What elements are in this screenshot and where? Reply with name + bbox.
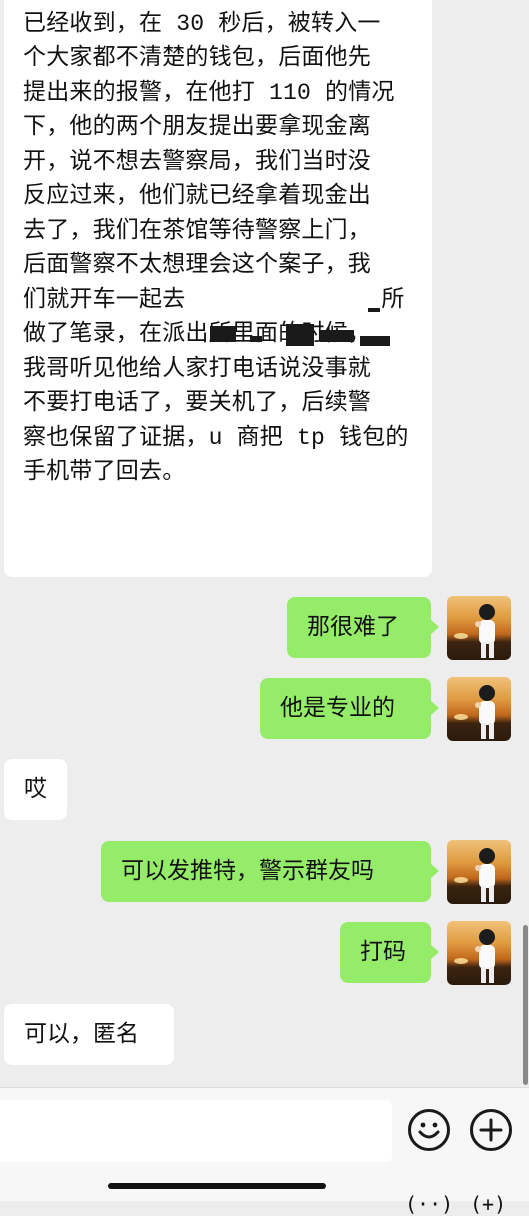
message-line: 反应过来，他们就已经拿着现金出 [23, 183, 371, 209]
message-text: 打码 [360, 939, 406, 965]
redaction-mark [286, 324, 314, 346]
message-line: 察也保留了证据，u 商把 tp 钱包的 [23, 424, 409, 451]
avatar-image [454, 929, 495, 983]
plus-glyph-icon [479, 1118, 503, 1142]
avatar-image [454, 848, 495, 902]
redaction-mark [368, 308, 380, 312]
smile-icon [418, 1122, 440, 1139]
message-text: 哎 [24, 776, 47, 802]
scrollbar[interactable] [523, 925, 528, 1085]
plus-icon[interactable] [470, 1109, 512, 1151]
message-line: 我哥听见他给人家打电话说没事就 [23, 355, 371, 382]
incoming-message-bubble[interactable]: 可以，匿名 [4, 1004, 174, 1065]
message-line: 提出来的报警，在他打 110 的情况 [23, 79, 395, 106]
message-line: 已经收到，在 30 秒后，被转入一 [23, 10, 381, 37]
message-line: 个大家都不清楚的钱包，后面他先 [23, 45, 371, 71]
avatar-image [454, 604, 495, 658]
outgoing-message-bubble[interactable]: 可以发推特，警示群友吗 [101, 841, 439, 902]
outgoing-message-bubble[interactable]: 那很难了 [287, 597, 439, 658]
redaction-mark [250, 336, 262, 342]
home-indicator[interactable] [108, 1183, 326, 1189]
incoming-message-bubble[interactable]: 哎 [4, 759, 67, 820]
user-avatar[interactable] [447, 840, 511, 904]
user-avatar[interactable] [447, 596, 511, 660]
message-input[interactable] [0, 1100, 392, 1162]
message-text: 那很难了 [307, 614, 399, 640]
user-avatar[interactable] [447, 921, 511, 985]
message-line: 做了笔录，在派出所里面的时候， [23, 321, 371, 347]
message-line: 下，他的两个朋友提出要拿现金离 [23, 114, 371, 140]
cutoff-toolbar-icons: (··) [405, 1192, 454, 1216]
avatar-image [454, 685, 495, 739]
message-line: 们就开车一起去 所 [23, 286, 405, 313]
emoji-icon[interactable] [408, 1109, 450, 1151]
redaction-mark [360, 336, 390, 346]
message-line: 去了，我们在茶馆等待警察上门， [23, 217, 371, 244]
message-line: 手机带了回去。 [23, 459, 186, 485]
user-avatar[interactable] [447, 677, 511, 741]
redaction-mark [210, 326, 236, 342]
message-text: 起查看交易记录，130246u 确实他 已经收到，在 30 秒后，被转入一 个大… [23, 0, 409, 490]
message-line: 起查看交易记录，130246u 确实他 [23, 0, 390, 2]
redaction-mark [320, 330, 354, 342]
outgoing-message-bubble[interactable]: 他是专业的 [260, 678, 439, 739]
message-line: 开，说不想去警察局，我们当时没 [23, 148, 371, 175]
message-text: 他是专业的 [280, 695, 395, 721]
message-text: 可以发推特，警示群友吗 [121, 858, 374, 884]
message-line: 不要打电话了，要关机了，后续警 [23, 390, 371, 416]
message-text: 可以，匿名 [24, 1021, 139, 1047]
outgoing-message-bubble[interactable]: 打码 [340, 922, 439, 983]
cutoff-toolbar-icons: (+) [470, 1192, 507, 1216]
message-line: 后面警察不太想理会这个案子，我 [23, 252, 371, 278]
incoming-message-bubble[interactable]: 起查看交易记录，130246u 确实他 已经收到，在 30 秒后，被转入一 个大… [4, 0, 432, 577]
